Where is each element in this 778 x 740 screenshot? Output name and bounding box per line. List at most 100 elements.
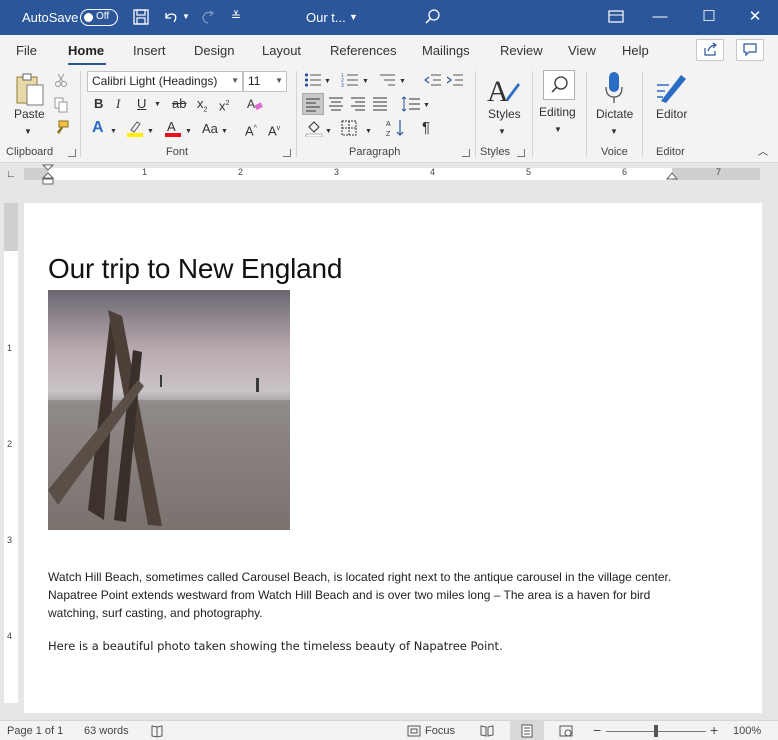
word-count[interactable]: 63 words [84,725,129,737]
increase-indent-icon[interactable] [446,72,464,88]
dictate-dropdown-icon[interactable]: ▼ [610,124,618,140]
print-layout-button[interactable] [510,721,544,740]
beach-photo[interactable] [48,290,290,530]
comments-button[interactable] [736,39,764,61]
tab-help[interactable]: Help [622,43,649,58]
align-left-button[interactable] [302,93,324,115]
styles-dropdown-icon[interactable]: ▼ [498,124,506,140]
paste-label[interactable]: Paste [14,107,45,121]
document-page[interactable]: Our trip to New England Watch Hill Beach… [24,203,762,713]
tab-review[interactable]: Review [500,43,543,58]
indent-marker-icon[interactable] [42,164,54,185]
autosave-toggle[interactable]: Off [80,9,118,26]
maximize-button[interactable]: ☐ [698,6,720,28]
underline-dropdown-icon[interactable]: ▼ [154,97,161,113]
customize-toolbar-icon[interactable]: ≚ [231,9,241,23]
cut-icon[interactable] [54,72,68,88]
italic-icon[interactable]: I [116,96,120,112]
shading-icon[interactable] [305,119,323,137]
document-title[interactable]: Our t... [306,10,346,25]
share-button[interactable] [696,39,724,61]
bullets-dropdown-icon[interactable]: ▼ [324,74,331,90]
clipboard-launcher-icon[interactable] [68,149,76,157]
document-heading[interactable]: Our trip to New England [48,253,342,285]
sort-icon[interactable]: AZ [386,118,406,138]
bullets-icon[interactable] [304,72,322,88]
save-icon[interactable] [132,8,150,26]
font-color-icon[interactable]: A [164,119,182,137]
title-dropdown-icon[interactable]: ▼ [349,12,358,22]
text-effects-icon[interactable]: A [92,120,104,136]
zoom-out-icon[interactable]: − [593,722,601,738]
focus-icon[interactable] [407,724,421,738]
change-case-icon[interactable]: Aa [202,121,218,137]
align-center-icon[interactable] [327,95,345,113]
tab-layout[interactable]: Layout [262,43,301,58]
undo-icon[interactable] [161,8,179,26]
dictate-label[interactable]: Dictate [596,107,633,121]
tab-view[interactable]: View [568,43,596,58]
numbering-dropdown-icon[interactable]: ▼ [362,74,369,90]
tab-insert[interactable]: Insert [133,43,166,58]
close-button[interactable]: ✕ [744,6,766,28]
ribbon-display-options-icon[interactable] [607,8,625,26]
search-icon[interactable] [424,8,442,26]
document-paragraph[interactable]: Here is a beautiful photo taken showing … [48,637,688,655]
zoom-slider-thumb[interactable] [654,725,658,737]
text-effects-dropdown-icon[interactable]: ▼ [110,124,117,140]
web-layout-icon[interactable] [559,724,573,738]
justify-icon[interactable] [371,95,389,113]
line-spacing-dropdown-icon[interactable]: ▼ [423,98,430,114]
editor-label[interactable]: Editor [656,107,687,121]
copy-icon[interactable] [54,97,68,113]
paragraph-launcher-icon[interactable] [462,149,470,157]
borders-icon[interactable] [341,120,357,136]
focus-label[interactable]: Focus [425,725,455,737]
redo-icon[interactable] [199,8,217,26]
subscript-icon[interactable]: x2 [197,96,207,119]
zoom-in-icon[interactable]: + [710,722,718,738]
page-count[interactable]: Page 1 of 1 [7,725,63,737]
grow-font-icon[interactable]: A^ [245,121,257,139]
multilevel-list-icon[interactable] [378,72,396,88]
vertical-ruler[interactable]: 1 2 3 4 [4,203,18,703]
underline-icon[interactable]: U [137,96,146,112]
paste-icon[interactable] [14,71,46,109]
tab-mailings[interactable]: Mailings [422,43,470,58]
highlight-icon[interactable] [126,119,144,137]
align-right-icon[interactable] [349,95,367,113]
undo-dropdown-icon[interactable]: ▼ [182,12,190,21]
editor-icon[interactable] [655,71,691,105]
styles-label[interactable]: Styles [488,107,521,121]
font-launcher-icon[interactable] [283,149,291,157]
numbering-icon[interactable]: 123 [341,72,359,88]
proofing-book-icon[interactable] [150,724,164,738]
show-formatting-icon[interactable]: ¶ [422,120,430,136]
shrink-font-icon[interactable]: Av [268,121,280,139]
styles-icon[interactable]: A [486,73,520,107]
superscript-icon[interactable]: x2 [219,96,229,114]
shading-dropdown-icon[interactable]: ▼ [325,124,332,140]
tab-file[interactable]: File [16,43,37,58]
format-painter-icon[interactable] [53,120,69,136]
microphone-icon[interactable] [604,71,624,105]
document-paragraph[interactable]: Watch Hill Beach, sometimes called Carou… [48,568,688,622]
font-color-dropdown-icon[interactable]: ▼ [185,124,192,140]
font-name-dropdown[interactable]: Calibri Light (Headings) ▼ [87,71,243,92]
collapse-ribbon-icon[interactable]: ︿ [758,145,768,161]
line-spacing-icon[interactable] [401,95,421,113]
editing-dropdown-icon[interactable]: ▼ [554,122,562,138]
minimize-button[interactable]: — [649,6,671,28]
clear-formatting-icon[interactable]: A [246,96,264,112]
editing-button[interactable] [543,70,575,100]
tab-home[interactable]: Home [68,43,104,58]
editing-label[interactable]: Editing [539,105,576,119]
tab-references[interactable]: References [330,43,396,58]
multilevel-dropdown-icon[interactable]: ▼ [399,74,406,90]
styles-launcher-icon[interactable] [517,149,525,157]
horizontal-ruler[interactable]: ∟ 1 2 3 4 5 6 7 [0,163,778,185]
strikethrough-icon[interactable]: ab [172,96,186,112]
tab-selector-icon[interactable]: ∟ [6,169,16,180]
right-indent-marker-icon[interactable] [666,170,678,180]
paste-dropdown-icon[interactable]: ▼ [24,124,32,140]
